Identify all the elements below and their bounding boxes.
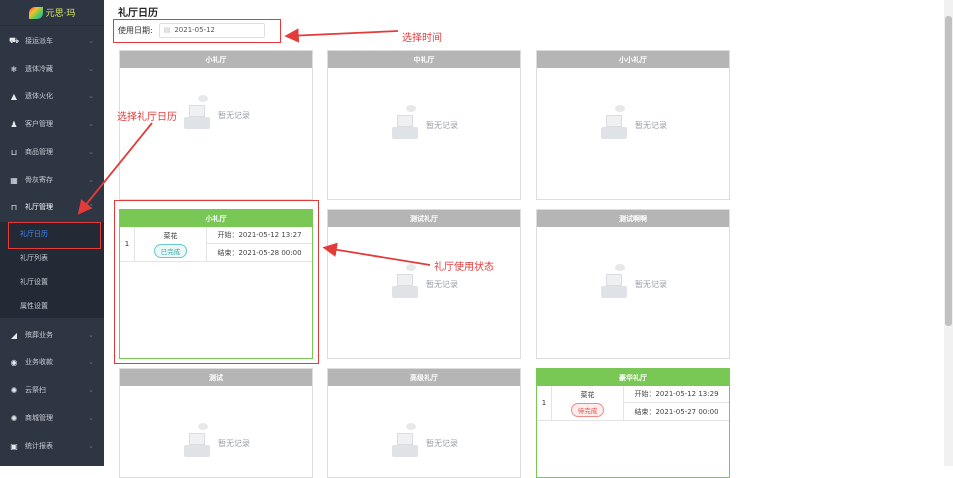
snowflake-icon: ❄: [10, 64, 18, 74]
chevron-down-icon: ⌄: [88, 92, 94, 100]
booking-record[interactable]: 1 菜花待完成 开始：2021-05-12 13:29 结束：2021-05-2…: [537, 386, 729, 421]
hall-name: 高级礼厅: [328, 369, 520, 386]
sidebar-item-payments[interactable]: ◉ 业务收款 ⌄: [0, 351, 104, 373]
chevron-down-icon: ⌄: [88, 442, 94, 450]
hall-name: 小礼厅: [120, 51, 312, 68]
empty-tray-icon: [390, 264, 420, 298]
empty-tray-icon: [599, 264, 629, 298]
chart-icon: ▣: [10, 441, 18, 451]
chevron-down-icon: ⌄: [88, 358, 94, 366]
annotation-box-date: [113, 19, 281, 43]
annotation-box-menu: [8, 222, 101, 249]
sidebar-item-cold-storage[interactable]: ❄ 遗体冷藏 ⌄: [0, 58, 104, 80]
hall-card[interactable]: 测试 暂无记录: [119, 368, 313, 478]
hall-card[interactable]: 小礼厅 暂无记录: [119, 50, 313, 200]
empty-state: 暂无记录: [120, 423, 312, 457]
sidebar-item-hall[interactable]: ⊓ 礼厅管理 ⌃: [0, 196, 104, 218]
hall-name: 豪华礼厅: [537, 369, 729, 386]
chevron-down-icon: ⌄: [88, 386, 94, 394]
annotation-usage-status: 礼厅使用状态: [434, 262, 494, 273]
sidebar-subitem-attributes[interactable]: 属性设置: [0, 294, 104, 318]
hall-name: 测试礼厅: [328, 210, 520, 227]
chevron-down-icon: ⌄: [88, 414, 94, 422]
empty-state: 暂无记录: [537, 105, 729, 139]
sidebar-item-shop[interactable]: ✺ 商城管理 ⌄: [0, 407, 104, 429]
annotation-select-time: 选择时间: [402, 33, 442, 44]
hall-card[interactable]: 高级礼厅 暂无记录: [327, 368, 521, 478]
chevron-down-icon: ⌄: [88, 65, 94, 73]
record-end: 结束：2021-05-27 00:00: [634, 407, 719, 416]
app-logo[interactable]: 元思·玛: [0, 0, 104, 26]
hall-card[interactable]: 豪华礼厅 1 菜花待完成 开始：2021-05-12 13:29 结束：2021…: [536, 368, 730, 478]
hall-name: 测试啊啊: [537, 210, 729, 227]
sidebar-subitem-hall-list[interactable]: 礼厅列表: [0, 246, 104, 270]
chevron-down-icon: ⌄: [88, 331, 94, 339]
empty-state: 暂无记录: [328, 423, 520, 457]
users-icon: ♟: [10, 119, 18, 129]
scrollbar-thumb[interactable]: [945, 16, 952, 326]
empty-state: 暂无记录: [328, 105, 520, 139]
sidebar-item-reports[interactable]: ▣ 统计报表 ⌄: [0, 435, 104, 457]
car-icon: ⛟: [9, 36, 20, 45]
logo-text: 元思·玛: [45, 9, 76, 19]
hall-card[interactable]: 测试啊啊 暂无记录: [536, 209, 730, 359]
sidebar-item-funeral[interactable]: ◢ 殡葬业务 ⌄: [0, 324, 104, 346]
empty-state: 暂无记录: [328, 264, 520, 298]
empty-tray-icon: [390, 105, 420, 139]
hall-name: 中礼厅: [328, 51, 520, 68]
sidebar-item-cloud-memorial[interactable]: ✺ 云祭扫 ⌄: [0, 379, 104, 401]
chevron-down-icon: ⌄: [88, 148, 94, 156]
empty-tray-icon: [390, 423, 420, 457]
empty-tray-icon: [182, 95, 212, 129]
chevron-down-icon: ⌄: [88, 37, 94, 45]
hall-card[interactable]: 小小礼厅 暂无记录: [536, 50, 730, 200]
annotation-select-calendar: 选择礼厅日历: [117, 112, 177, 123]
sidebar-item-customers[interactable]: ♟ 客户管理 ⌄: [0, 113, 104, 135]
page-scrollbar[interactable]: [944, 0, 953, 466]
page-title: 礼厅日历: [118, 8, 158, 19]
megaphone-icon: ◢: [10, 330, 18, 340]
hall-name: 测试: [120, 369, 312, 386]
hall-icon: ⊓: [10, 202, 18, 212]
money-icon: ◉: [10, 357, 18, 367]
empty-tray-icon: [182, 423, 212, 457]
hall-name: 小小礼厅: [537, 51, 729, 68]
empty-state: 暂无记录: [537, 264, 729, 298]
sidebar-item-goods[interactable]: ⊔ 商品管理 ⌄: [0, 141, 104, 163]
flame-icon: ▲: [10, 91, 18, 101]
record-person: 菜花: [580, 390, 595, 399]
chevron-down-icon: ⌄: [88, 120, 94, 128]
shop-icon: ✺: [10, 413, 18, 423]
chevron-down-icon: ⌄: [88, 176, 94, 184]
status-badge: 待完成: [570, 402, 605, 417]
sidebar-item-ashes[interactable]: ▦ 骨灰寄存 ⌄: [0, 169, 104, 191]
sidebar-subitem-hall-settings[interactable]: 礼厅设置: [0, 270, 104, 294]
annotation-box-card: [114, 200, 319, 364]
empty-tray-icon: [599, 105, 629, 139]
sidebar-item-cremation[interactable]: ▲ 遗体火化 ⌄: [0, 85, 104, 107]
hall-card[interactable]: 中礼厅 暂无记录: [327, 50, 521, 200]
flower-icon: ✺: [10, 385, 18, 395]
record-start: 开始：2021-05-12 13:29: [624, 386, 729, 403]
cart-icon: ⊔: [10, 147, 18, 157]
hall-card[interactable]: 测试礼厅 暂无记录: [327, 209, 521, 359]
sidebar-item-pickup[interactable]: ⛟ 接运派车 ⌄: [0, 30, 104, 52]
record-index: 1: [537, 386, 552, 420]
grid-icon: ▦: [10, 175, 18, 185]
logo-mark-icon: [28, 6, 43, 19]
chevron-up-icon: ⌃: [88, 203, 94, 211]
